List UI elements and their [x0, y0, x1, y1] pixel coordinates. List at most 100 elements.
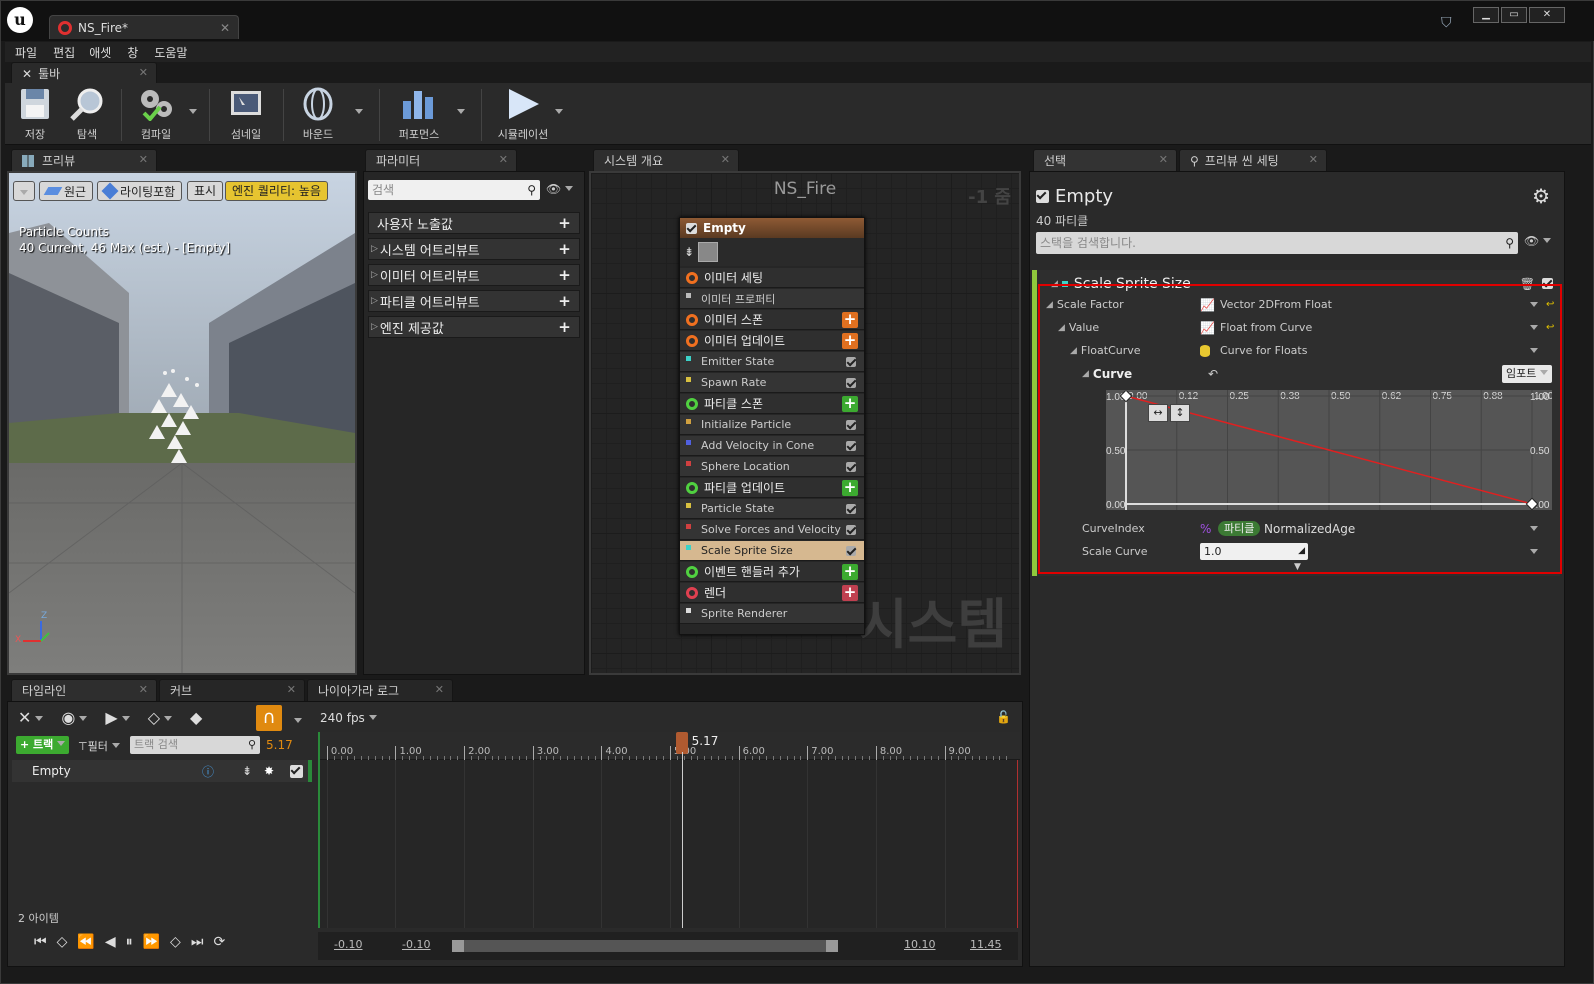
close-tab-icon[interactable]: ✕	[139, 683, 148, 696]
unreal-logo-icon[interactable]: u	[7, 7, 33, 33]
close-tab-icon[interactable]: ✕	[1309, 153, 1318, 166]
play-options-icon[interactable]: ▶	[105, 708, 129, 727]
pause-icon[interactable]: ⏸	[126, 934, 133, 950]
prop-scale-factor[interactable]: ◢ Scale Factor 📈 Vector 2DFrom Float ↩	[1040, 294, 1560, 315]
minimize-button[interactable]: ▁	[1473, 7, 1499, 23]
module-enabled-checkbox[interactable]	[846, 525, 856, 535]
pin-icon[interactable]: ⇟	[684, 245, 694, 259]
add-module-button[interactable]: +	[842, 396, 858, 412]
view-start[interactable]: -0.10	[402, 938, 430, 951]
add-track-button[interactable]: + 트랙	[16, 736, 70, 754]
dropdown-arrow-icon[interactable]	[1526, 321, 1538, 335]
node-module-row[interactable]: Scale Sprite Size	[680, 541, 864, 561]
node-section-row[interactable]: 이미터 스폰 +	[680, 310, 864, 330]
playhead[interactable]	[675, 732, 688, 754]
curve-editor[interactable]: 0.00 0.12 0.25 0.38 0.50 0.62 0.75 0.88 1.00 1.00…	[1106, 390, 1552, 510]
thumbnail-button[interactable]: 섬네일	[223, 87, 269, 142]
menu-file[interactable]: 파일	[5, 44, 47, 61]
jump-end-icon[interactable]: ⏭	[191, 934, 204, 950]
prop-curve[interactable]: ◢ Curve ↶ 임포트	[1040, 363, 1560, 384]
eye-icon[interactable]: ◉	[61, 708, 87, 727]
add-emitter-param-button[interactable]: +	[556, 267, 573, 284]
dropdown-arrow-icon[interactable]	[1526, 545, 1538, 559]
add-module-button[interactable]: +	[842, 564, 858, 580]
tab-selection[interactable]: 선택 ✕	[1033, 149, 1177, 171]
node-module-row[interactable]: Particle State	[680, 499, 864, 519]
stack-search-input[interactable]: 스택을 검색합니다. ⚲	[1036, 232, 1518, 254]
dropdown-arrow-icon[interactable]	[1526, 344, 1538, 358]
snap-magnet-button[interactable]: ∩	[256, 705, 282, 731]
tab-system-overview[interactable]: 시스템 개요 ✕	[593, 149, 739, 171]
add-module-button[interactable]: +	[842, 312, 858, 328]
timeline-ruler[interactable]: 0.001.002.003.004.005.006.007.008.009.00	[320, 732, 1020, 760]
viewport-options-dropdown[interactable]	[13, 181, 35, 201]
range-start[interactable]: -0.10	[334, 938, 362, 951]
node-section-row[interactable]: 렌더 +	[680, 583, 864, 603]
range-end[interactable]: 11.45	[970, 938, 1002, 951]
timeline-track-area[interactable]: 0.001.002.003.004.005.006.007.008.009.00…	[318, 732, 1020, 928]
toolbar-tab[interactable]: ✕ 툴바 ✕	[11, 62, 157, 84]
lock-icon[interactable]: 🔓	[996, 710, 1011, 724]
next-key-icon[interactable]: ◇	[170, 934, 181, 950]
prop-value-row[interactable]: ◢ Value 📈 Float from Curve ↩	[1040, 317, 1560, 338]
jump-start-icon[interactable]: ⏮	[34, 934, 47, 950]
add-module-button[interactable]: +	[842, 480, 858, 496]
param-section-particle[interactable]: ▷ 파티클 어트리뷰트 +	[368, 290, 580, 312]
tab-curve[interactable]: 커브 ✕	[159, 679, 305, 701]
dropdown-arrow-icon[interactable]	[1526, 298, 1538, 312]
module-enabled-checkbox[interactable]	[846, 378, 856, 388]
fit-vertical-button[interactable]: ↕	[1170, 404, 1190, 422]
reset-icon[interactable]: ↩	[1546, 322, 1554, 333]
stack-visibility-icon[interactable]: 👁	[1524, 234, 1551, 248]
close-tab-icon[interactable]: ✕	[139, 66, 148, 79]
fps-selector[interactable]: 240 fps	[320, 711, 377, 725]
node-module-row[interactable]: Add Velocity in Cone	[680, 436, 864, 456]
add-user-param-button[interactable]: +	[556, 215, 573, 232]
param-section-system[interactable]: ▷ 시스템 어트리뷰트 +	[368, 238, 580, 260]
view-end[interactable]: 10.10	[904, 938, 936, 951]
param-section-emitter[interactable]: ▷ 이미터 어트리뷰트 +	[368, 264, 580, 286]
param-section-user[interactable]: 사용자 노출값 +	[368, 212, 580, 234]
wrench-icon[interactable]: ✕	[18, 708, 43, 727]
track-enabled-checkbox[interactable]	[290, 765, 303, 778]
node-module-row[interactable]: Solve Forces and Velocity	[680, 520, 864, 540]
menu-window[interactable]: 창	[119, 44, 146, 61]
close-tab-icon[interactable]: ✕	[220, 21, 230, 35]
tab-timeline[interactable]: 타임라인 ✕	[11, 679, 157, 701]
sprite-icon[interactable]: ✸	[264, 764, 274, 778]
bounds-button[interactable]: 바운드	[295, 87, 341, 142]
current-time-field[interactable]: 5.17	[266, 738, 293, 752]
simulation-options-dropdown[interactable]	[551, 105, 561, 115]
param-section-engine[interactable]: ▷ 엔진 제공값 +	[368, 316, 580, 338]
node-section-row[interactable]: 파티클 업데이트 +	[680, 478, 864, 498]
close-tab-icon[interactable]: ✕	[1159, 153, 1168, 166]
prop-floatcurve[interactable]: ◢ FloatCurve Curve for Floats	[1040, 340, 1560, 361]
dropdown-arrow-icon[interactable]	[1526, 522, 1538, 536]
emitter-enabled-checkbox[interactable]	[686, 222, 697, 234]
prop-curve-index[interactable]: CurveIndex % 파티클 NormalizedAge	[1040, 518, 1560, 539]
menu-help[interactable]: 도움말	[146, 44, 195, 61]
filter-button[interactable]: ⊤필터	[78, 738, 120, 754]
system-overview-graph[interactable]: NS_Fire -1 줌 시스템 Empty ⇟ 이미터 세팅 이미터 프로퍼티 이…	[589, 171, 1021, 675]
add-module-button[interactable]: +	[842, 585, 858, 601]
node-module-row[interactable]: Emitter State	[680, 352, 864, 372]
browse-button[interactable]: 탐색	[65, 87, 109, 142]
menu-edit[interactable]: 편집	[47, 44, 81, 61]
add-particle-param-button[interactable]: +	[556, 293, 573, 310]
close-tab-icon[interactable]: ✕	[721, 153, 730, 166]
preview-viewport[interactable]: Z X 원근 라이팅포함 표시 엔진 퀄리티: 높음 Particle Coun…	[7, 171, 357, 675]
selection-enabled-checkbox[interactable]	[1036, 190, 1049, 203]
maximize-button[interactable]: ▭	[1501, 7, 1527, 23]
module-enabled-checkbox[interactable]	[846, 420, 856, 430]
visibility-eye-icon[interactable]: 👁	[546, 182, 573, 196]
emitter-node[interactable]: Empty ⇟ 이미터 세팅 이미터 프로퍼티 이미터 스폰 + 이미터 업데이트 + Em…	[679, 217, 865, 635]
key-icon[interactable]: ◇	[148, 708, 172, 727]
node-module-row[interactable]: Spawn Rate	[680, 373, 864, 393]
add-system-param-button[interactable]: +	[556, 241, 573, 258]
gear-icon[interactable]: ⚙	[1532, 184, 1550, 208]
node-module-row[interactable]: Sprite Renderer	[680, 604, 864, 624]
reset-icon[interactable]: ↩	[1546, 299, 1554, 310]
add-module-button[interactable]: +	[842, 333, 858, 349]
tab-preview[interactable]: 프리뷰 ✕	[11, 149, 157, 171]
pin-icon[interactable]: ⇟	[242, 764, 252, 778]
